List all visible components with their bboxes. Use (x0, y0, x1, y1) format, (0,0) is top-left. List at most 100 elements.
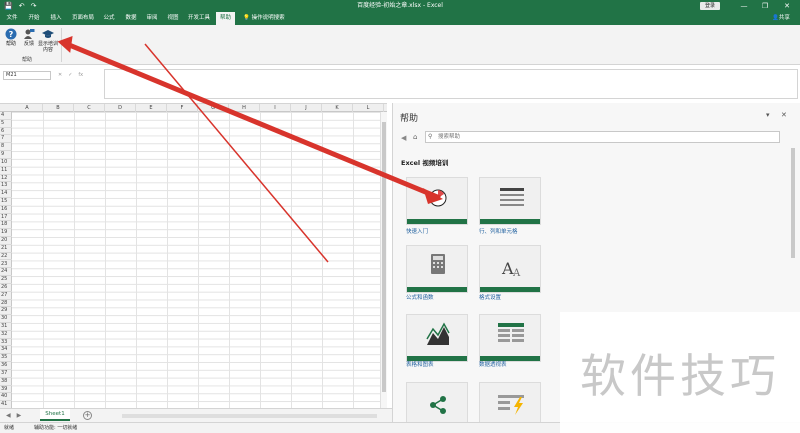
row-header[interactable]: 9 (0, 151, 12, 159)
horizontal-scrollbar[interactable] (122, 414, 377, 418)
row-header[interactable]: 29 (0, 307, 12, 316)
scroll-thumb[interactable] (382, 122, 386, 392)
row-header[interactable]: 15 (0, 198, 12, 206)
row-header[interactable]: 37 (0, 370, 12, 378)
row-header[interactable]: 19 (0, 229, 12, 238)
card-rows-columns-label[interactable]: 行、列和单元格 (479, 227, 518, 235)
minimize-icon[interactable]: — (736, 0, 752, 12)
column-header[interactable]: G (198, 104, 229, 112)
tab-file[interactable]: 文件 (4, 12, 20, 25)
row-header[interactable]: 20 (0, 237, 12, 245)
card-formatting[interactable]: A A (479, 245, 541, 293)
card-tables-charts-label[interactable]: 表格和图表 (406, 360, 434, 368)
row-header[interactable]: 24 (0, 268, 12, 277)
column-header[interactable]: C (74, 104, 105, 112)
row-header[interactable]: 13 (0, 182, 12, 191)
row-header[interactable]: 38 (0, 378, 12, 386)
card-rows-columns[interactable] (479, 177, 541, 225)
home-icon[interactable]: ⌂ (413, 133, 417, 141)
row-header[interactable]: 4 (0, 112, 12, 120)
row-header[interactable]: 21 (0, 245, 12, 253)
column-header[interactable]: B (43, 104, 74, 112)
tab-page-layout[interactable]: 页面布局 (70, 12, 96, 25)
next-sheet-icon[interactable]: ▶ (17, 409, 22, 423)
card-quick-start[interactable] (406, 177, 468, 225)
function-icon[interactable]: fx (78, 71, 83, 80)
row-header[interactable]: 27 (0, 292, 12, 300)
pane-options-icon[interactable]: ▾ (766, 111, 770, 119)
row-header[interactable]: 28 (0, 300, 12, 308)
row-header[interactable]: 36 (0, 362, 12, 370)
row-header[interactable]: 7 (0, 135, 12, 144)
row-header[interactable]: 34 (0, 346, 12, 355)
column-header[interactable]: E (136, 104, 167, 112)
card-formatting-label[interactable]: 格式设置 (479, 293, 501, 301)
row-header[interactable]: 11 (0, 167, 12, 175)
row-header[interactable]: 30 (0, 315, 12, 324)
tab-data[interactable]: 数据 (123, 12, 139, 25)
restore-icon[interactable]: ❐ (757, 0, 773, 12)
card-pivot-tables[interactable] (479, 314, 541, 362)
tab-formulas[interactable]: 公式 (101, 12, 117, 25)
row-header[interactable]: 40 (0, 393, 12, 402)
row-header[interactable]: 8 (0, 143, 12, 152)
row-header[interactable]: 22 (0, 253, 12, 261)
formula-input[interactable] (104, 69, 798, 99)
column-header[interactable]: F (167, 104, 198, 112)
row-header[interactable]: 14 (0, 190, 12, 198)
help-pane-scrollbar[interactable] (791, 148, 795, 258)
back-arrow-icon[interactable]: ◀ (401, 134, 406, 142)
row-header[interactable]: 23 (0, 261, 12, 269)
help-search-box[interactable]: ⚲ (425, 131, 780, 143)
row-header[interactable]: 5 (0, 120, 12, 128)
column-header[interactable]: L (353, 104, 384, 112)
pane-close-icon[interactable]: ✕ (781, 111, 787, 119)
column-header[interactable]: A (12, 104, 43, 112)
help-search-input[interactable] (438, 132, 768, 142)
row-header[interactable]: 6 (0, 128, 12, 136)
card-formulas-label[interactable]: 公式和函数 (406, 293, 434, 301)
column-header[interactable]: H (229, 104, 260, 112)
cancel-formula-icon[interactable]: ✕ (58, 71, 62, 80)
row-header[interactable]: 10 (0, 159, 12, 167)
help-button[interactable]: ? 帮助 (3, 28, 19, 47)
row-header[interactable]: 25 (0, 276, 12, 284)
row-header[interactable]: 39 (0, 386, 12, 394)
row-header[interactable]: 26 (0, 284, 12, 292)
cell-area[interactable] (12, 112, 380, 408)
row-header[interactable]: 35 (0, 354, 12, 363)
tab-home[interactable]: 开始 (26, 12, 42, 25)
row-header[interactable]: 31 (0, 323, 12, 331)
card-pivot-tables-label[interactable]: 数据透视表 (479, 360, 507, 368)
vertical-scrollbar[interactable] (380, 112, 387, 408)
row-header[interactable]: 32 (0, 331, 12, 339)
card-flash-fill[interactable] (479, 382, 541, 422)
row-header[interactable]: 33 (0, 339, 12, 347)
tab-developer[interactable]: 开发工具 (186, 12, 212, 25)
tab-insert[interactable]: 插入 (48, 12, 64, 25)
show-training-button[interactable]: 显示培训内容 (38, 28, 58, 53)
prev-sheet-icon[interactable]: ◀ (6, 409, 11, 423)
row-header[interactable]: 12 (0, 175, 12, 183)
tell-me-search[interactable]: 💡 操作说明搜索 (243, 12, 285, 25)
row-header[interactable]: 16 (0, 206, 12, 214)
name-box[interactable]: M21 (3, 71, 51, 80)
card-tables-charts[interactable] (406, 314, 468, 362)
row-header[interactable]: 17 (0, 214, 12, 222)
column-header[interactable]: I (260, 104, 291, 112)
add-sheet-icon[interactable]: + (83, 411, 92, 420)
row-header[interactable]: 18 (0, 221, 12, 230)
share-button[interactable]: 👤共享 (772, 12, 790, 25)
sheet-tab-sheet1[interactable]: Sheet1 (40, 409, 70, 421)
confirm-formula-icon[interactable]: ✓ (68, 71, 72, 80)
column-header[interactable]: K (322, 104, 353, 112)
close-window-icon[interactable]: ✕ (779, 0, 795, 12)
login-button[interactable]: 登录 (700, 2, 720, 10)
card-sharing[interactable] (406, 382, 468, 422)
card-formulas[interactable] (406, 245, 468, 293)
card-quick-start-label[interactable]: 快速入门 (406, 227, 428, 235)
column-header[interactable]: D (105, 104, 136, 112)
row-header[interactable]: 41 (0, 401, 12, 408)
accessibility-status[interactable]: 辅助功能: 一切就绪 (34, 423, 77, 433)
column-header[interactable]: J (291, 104, 322, 112)
